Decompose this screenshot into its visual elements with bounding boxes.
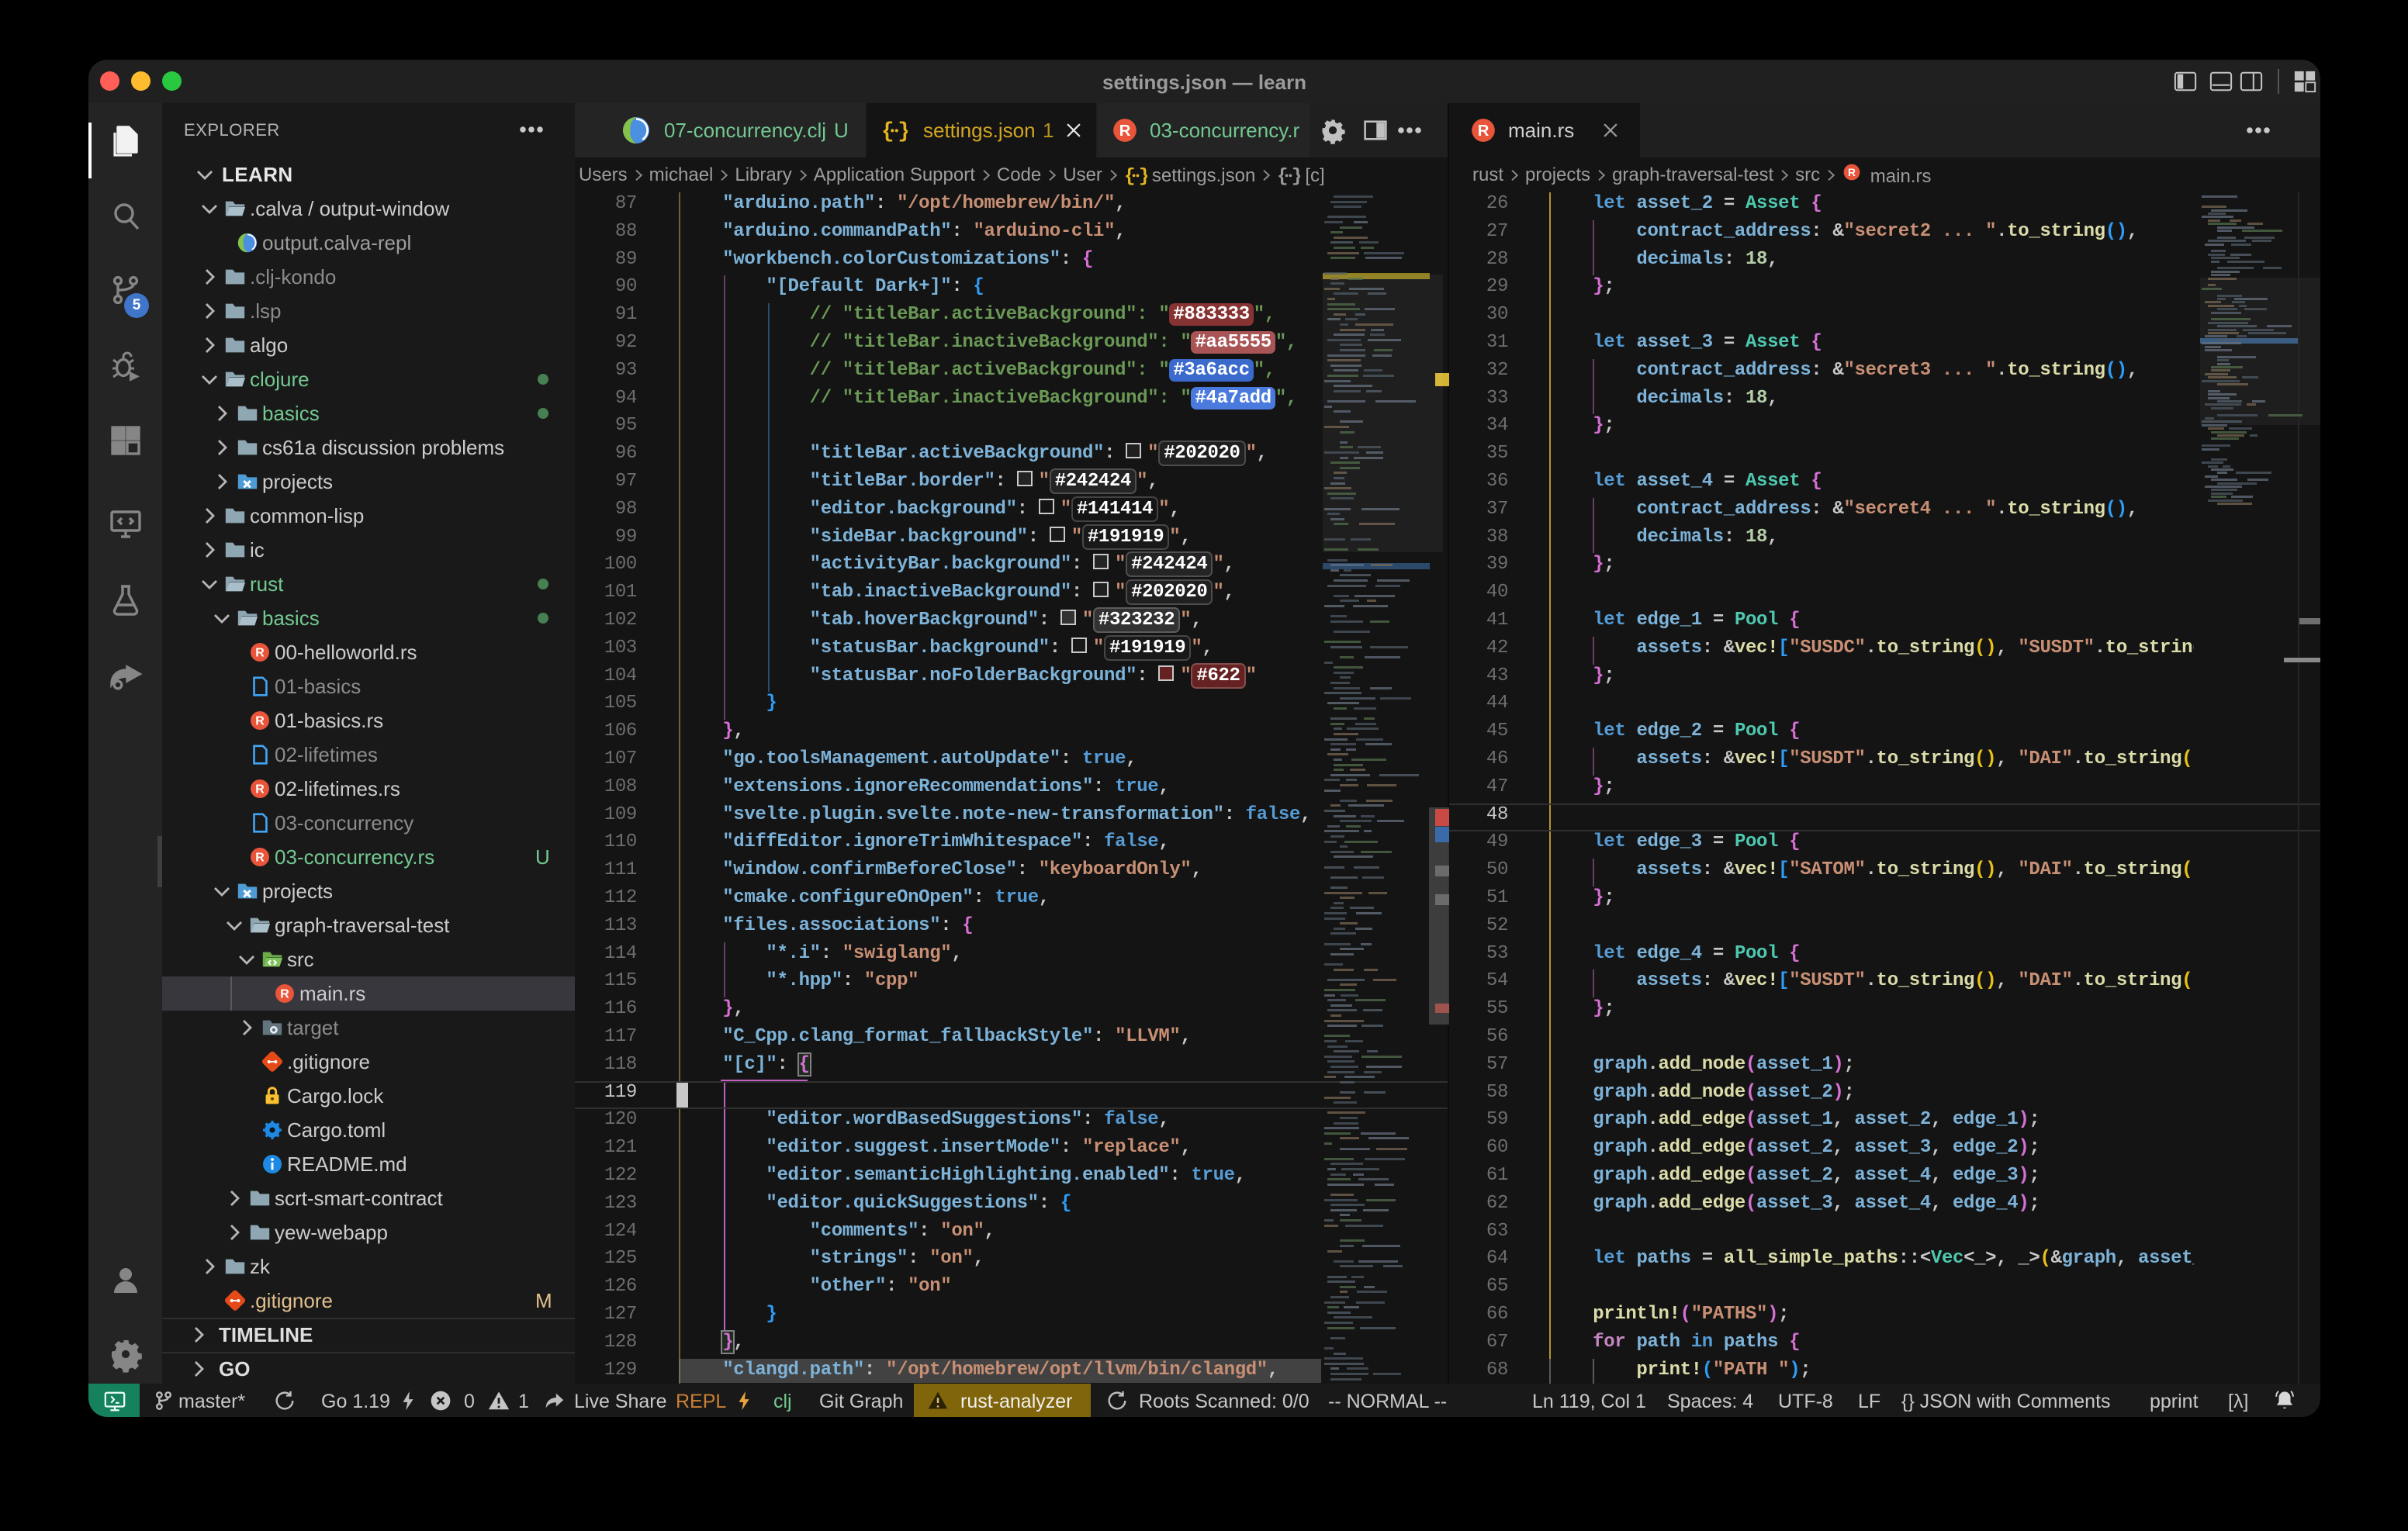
svg-text:R: R bbox=[255, 647, 265, 660]
svg-text:R: R bbox=[280, 988, 289, 1001]
svg-text:R: R bbox=[255, 783, 265, 797]
svg-text:R: R bbox=[255, 715, 265, 728]
svg-text:R: R bbox=[255, 852, 265, 865]
